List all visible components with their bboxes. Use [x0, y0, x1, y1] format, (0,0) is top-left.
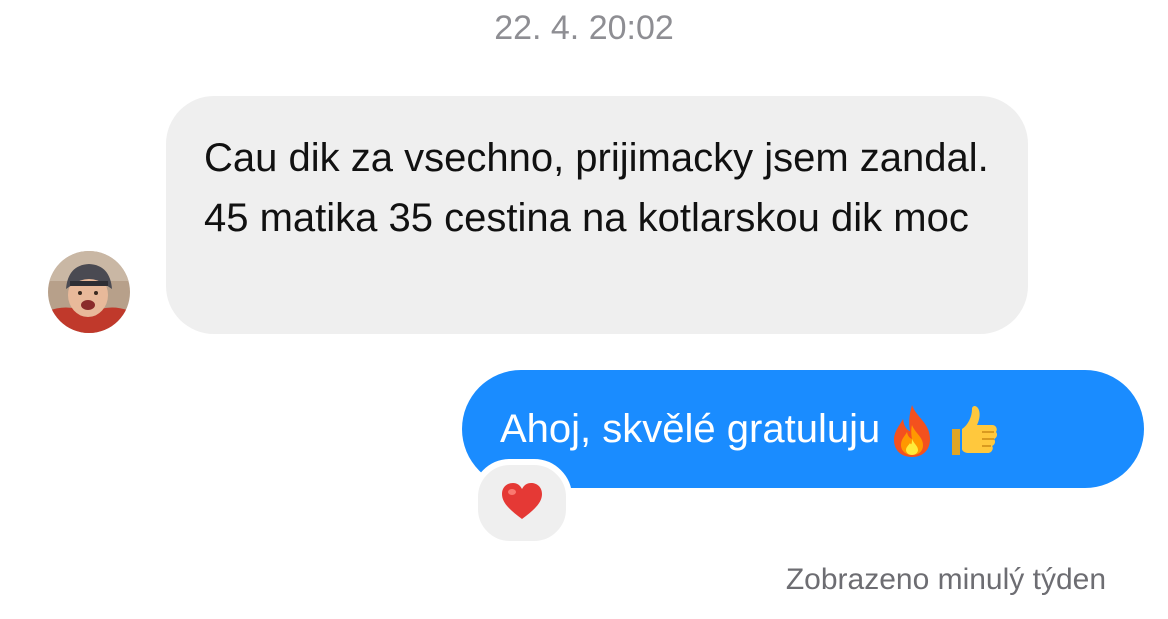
red-heart-icon: [500, 481, 544, 526]
seen-status: Zobrazeno minulý týden: [785, 563, 1106, 596]
outgoing-message-bubble[interactable]: Ahoj, skvělé gratuluju: [462, 370, 1144, 488]
outgoing-message-text: Ahoj, skvělé gratuluju: [500, 407, 881, 451]
message-reaction[interactable]: [472, 459, 572, 547]
incoming-message-bubble[interactable]: Cau dik za vsechno, prijimacky jsem zand…: [166, 96, 1028, 334]
message-timestamp: 22. 4. 20:02: [494, 9, 674, 47]
incoming-message-text: Cau dik za vsechno, prijimacky jsem zand…: [204, 136, 989, 240]
fire-emoji-icon: [886, 403, 938, 459]
sender-avatar[interactable]: [48, 251, 130, 333]
thumbs-up-emoji-icon: [944, 403, 1000, 459]
